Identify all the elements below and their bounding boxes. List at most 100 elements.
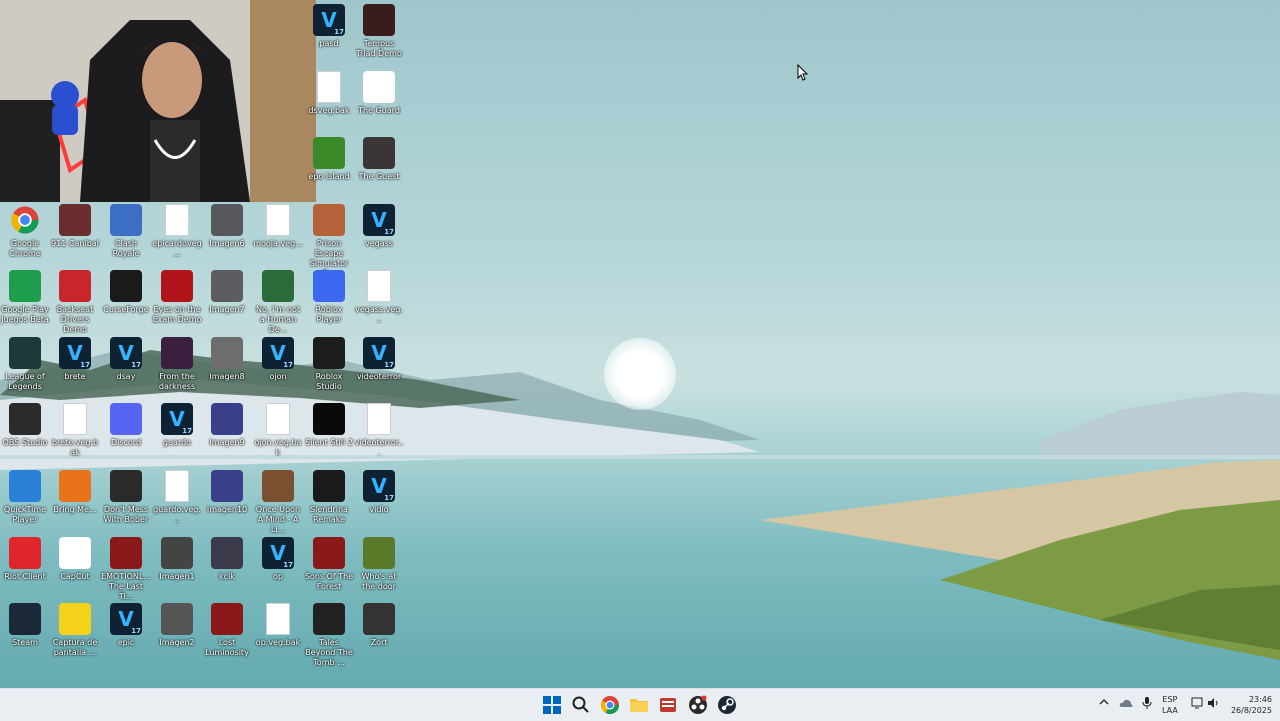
app-icon	[161, 537, 193, 569]
windows-start-button[interactable]	[540, 693, 564, 717]
desktop-icon[interactable]: CapCut	[50, 537, 100, 582]
vegas-project-icon: V	[313, 4, 345, 36]
onedrive-icon[interactable]	[1119, 697, 1133, 712]
desktop-icon-label: Once Upon A Mind - A Li...	[255, 505, 301, 534]
desktop-icon[interactable]: Bring Me...	[50, 470, 100, 515]
desktop-icon[interactable]: vegass.veg...	[354, 270, 404, 325]
desktop-icon[interactable]: epo Island	[304, 137, 354, 182]
desktop-icon[interactable]: Prison Escape Simulator D...	[304, 204, 354, 279]
desktop-icon[interactable]: QuickTime Player	[0, 470, 50, 525]
desktop-icon[interactable]: Vojon	[253, 337, 303, 382]
desktop-icon[interactable]: Discord	[101, 403, 151, 448]
chrome-taskbar-button[interactable]	[598, 693, 622, 717]
search-button[interactable]	[569, 693, 593, 717]
desktop-icon[interactable]: Imagen10	[202, 470, 252, 515]
desktop-icon[interactable]: Captura de pantalla ...	[50, 603, 100, 658]
desktop-icon[interactable]: Vop	[253, 537, 303, 582]
app-icon	[313, 537, 345, 569]
microphone-icon[interactable]	[1142, 697, 1152, 712]
desktop-icon[interactable]: Silent Still 2	[304, 403, 354, 448]
desktop-icon[interactable]: Backseat Drivers Demo	[50, 270, 100, 335]
app-icon	[9, 603, 41, 635]
desktop-icon[interactable]: Imagen8	[202, 337, 252, 382]
desktop-icon[interactable]: Roblox Studio	[304, 337, 354, 392]
app-icon	[211, 603, 243, 635]
desktop-icon-label: Imagen2	[159, 638, 195, 647]
desktop-icon[interactable]: OBS Studio	[0, 403, 50, 448]
volume-icon[interactable]	[1207, 697, 1219, 712]
desktop-icon[interactable]: Google Play Juegos Beta	[0, 270, 50, 325]
desktop-icon[interactable]: The Guard	[354, 71, 404, 116]
desktop-icon[interactable]: mooja.veg...	[253, 204, 303, 249]
desktop-icon[interactable]: Tales Beyond The Tomb ...	[304, 603, 354, 668]
tray-overflow-chevron-icon[interactable]	[1099, 697, 1109, 710]
desktop-icon[interactable]: Google Chrome	[0, 204, 50, 259]
app-icon	[161, 270, 193, 302]
desktop-icon[interactable]: Imagen6	[202, 204, 252, 249]
desktop-icon[interactable]: League of Legends	[0, 337, 50, 392]
language-indicator[interactable]: ESP LAA	[1162, 694, 1178, 716]
app-icon	[363, 4, 395, 36]
desktop-icon[interactable]: Vepic	[101, 603, 151, 648]
file-explorer-taskbar-button[interactable]	[627, 693, 651, 717]
desktop-icon[interactable]: Imagen1	[152, 537, 202, 582]
desktop-icon[interactable]: epicardoveg...	[152, 204, 202, 259]
desktop-icon[interactable]: guardo.veg...	[152, 470, 202, 525]
desktop-icon[interactable]: ojon.veg.bak	[253, 403, 303, 458]
desktop-icon[interactable]: Steam	[0, 603, 50, 648]
obs-icon	[689, 695, 707, 714]
desktop-icon[interactable]: Slendrina Remake	[304, 470, 354, 525]
desktop-icon[interactable]: videoterror...	[354, 403, 404, 458]
media-app-taskbar-button[interactable]	[656, 693, 680, 717]
desktop[interactable]: VpasdTempus Triad Demo dsveg.bak The Guard…	[0, 0, 1280, 688]
desktop-icon[interactable]: Vvideoterror	[354, 337, 404, 382]
desktop-icon[interactable]: Imagen2	[152, 603, 202, 648]
desktop-icon[interactable]: Vbrete	[50, 337, 100, 382]
desktop-icon[interactable]: From the darkness	[152, 337, 202, 392]
app-icon	[9, 403, 41, 435]
app-icon	[9, 537, 41, 569]
desktop-icon[interactable]: Who's at the door	[354, 537, 404, 592]
desktop-icon[interactable]: Eyes on the Exam Demo	[152, 270, 202, 325]
desktop-icon-label: Backseat Drivers Demo	[56, 305, 94, 334]
desktop-icon[interactable]: Zort	[354, 603, 404, 648]
desktop-icon[interactable]: Vvegass	[354, 204, 404, 249]
desktop-icon[interactable]: No, I'm not a Human De...	[253, 270, 303, 335]
desktop-icon[interactable]: Imagen7	[202, 270, 252, 315]
desktop-icon[interactable]: dsveg.bak	[304, 71, 354, 116]
steam-taskbar-button[interactable]	[715, 693, 739, 717]
desktop-icon-label: Who's at the door	[361, 572, 397, 591]
app-icon	[262, 470, 294, 502]
desktop-icon[interactable]: Vdsay	[101, 337, 151, 382]
desktop-icon-label: guardo.veg...	[153, 505, 201, 524]
desktop-icon[interactable]: Once Upon A Mind - A Li...	[253, 470, 303, 535]
desktop-icon[interactable]: Riot Client	[0, 537, 50, 582]
desktop-icon[interactable]: Vpasd	[304, 4, 354, 49]
desktop-icon-label: Sons Of The Forest	[304, 572, 354, 591]
desktop-icon[interactable]: Vguardo	[152, 403, 202, 448]
desktop-icon[interactable]: Lost Luminosity	[202, 603, 252, 658]
desktop-icon[interactable]: 911 Canibal	[50, 204, 100, 249]
desktop-icon-label: dsveg.bak	[308, 106, 350, 115]
desktop-icon-label: The Guard	[358, 106, 400, 115]
desktop-icon-label: Roblox Studio	[315, 372, 343, 391]
desktop-icon-label: OBS Studio	[2, 438, 48, 447]
display-icon[interactable]	[1191, 697, 1203, 712]
clock[interactable]: 23:46 26/8/2025	[1231, 694, 1272, 716]
desktop-icon[interactable]: Imagen9	[202, 403, 252, 448]
desktop-icon[interactable]: brete.veg.bak	[50, 403, 100, 458]
desktop-icon[interactable]: kcik	[202, 537, 252, 582]
desktop-icon[interactable]: Tempus Triad Demo	[354, 4, 404, 59]
desktop-icon[interactable]: The Guest	[354, 137, 404, 182]
desktop-icon[interactable]: Sons Of The Forest	[304, 537, 354, 592]
desktop-icon[interactable]: Roblox Player	[304, 270, 354, 325]
desktop-icon[interactable]: Clash Royale	[101, 204, 151, 259]
desktop-icon[interactable]: op.veg.bak	[253, 603, 303, 648]
desktop-icon[interactable]: EMOTIONL... The Last Ti...	[101, 537, 151, 602]
desktop-icon-label: Imagen7	[209, 305, 245, 314]
desktop-icon[interactable]: Don't Mess With Bober	[101, 470, 151, 525]
obs-taskbar-button[interactable]	[686, 693, 710, 717]
desktop-icon[interactable]: CurseForge	[101, 270, 151, 315]
app-icon	[211, 204, 243, 236]
desktop-icon[interactable]: Vvidio	[354, 470, 404, 515]
